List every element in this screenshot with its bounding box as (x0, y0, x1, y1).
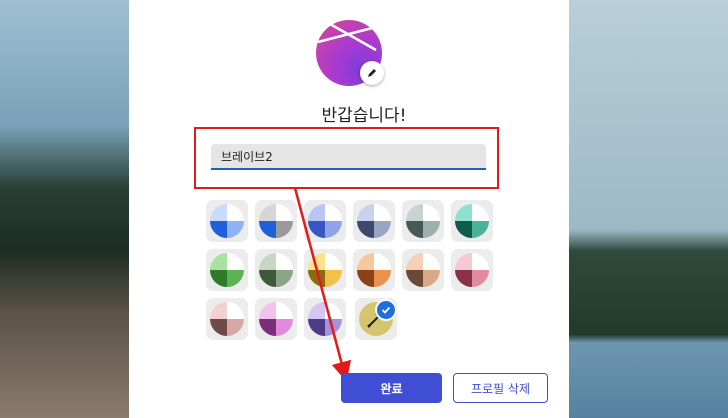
color-swatch-peach[interactable] (402, 249, 444, 291)
color-swatch-periwinkle[interactable] (304, 200, 346, 242)
color-swatch-rose[interactable] (206, 298, 248, 340)
selected-check-icon (375, 299, 397, 321)
color-swatch-blue[interactable] (206, 200, 248, 242)
color-swatch-moss[interactable] (255, 249, 297, 291)
color-swatch-teal[interactable] (451, 200, 493, 242)
color-swatch-sage-gray[interactable] (402, 200, 444, 242)
color-swatch-magenta[interactable] (255, 298, 297, 340)
pencil-icon (368, 69, 376, 77)
color-swatch-gray-blue[interactable] (255, 200, 297, 242)
greeting-text: 반갑습니다! (321, 106, 407, 126)
delete-profile-button[interactable]: 프로필 삭제 (453, 373, 548, 403)
color-swatch-slate[interactable] (353, 200, 395, 242)
color-swatch-yellow[interactable] (304, 249, 346, 291)
background-forest-left (0, 0, 129, 418)
edit-avatar-button[interactable] (360, 61, 384, 85)
color-swatch-green[interactable] (206, 249, 248, 291)
color-swatch-pink[interactable] (451, 249, 493, 291)
done-button[interactable]: 완료 (341, 373, 442, 403)
color-swatch-orange[interactable] (353, 249, 395, 291)
background-lake-right (569, 0, 728, 418)
highlight-box (194, 127, 499, 189)
color-swatch-lavender[interactable] (304, 298, 346, 340)
